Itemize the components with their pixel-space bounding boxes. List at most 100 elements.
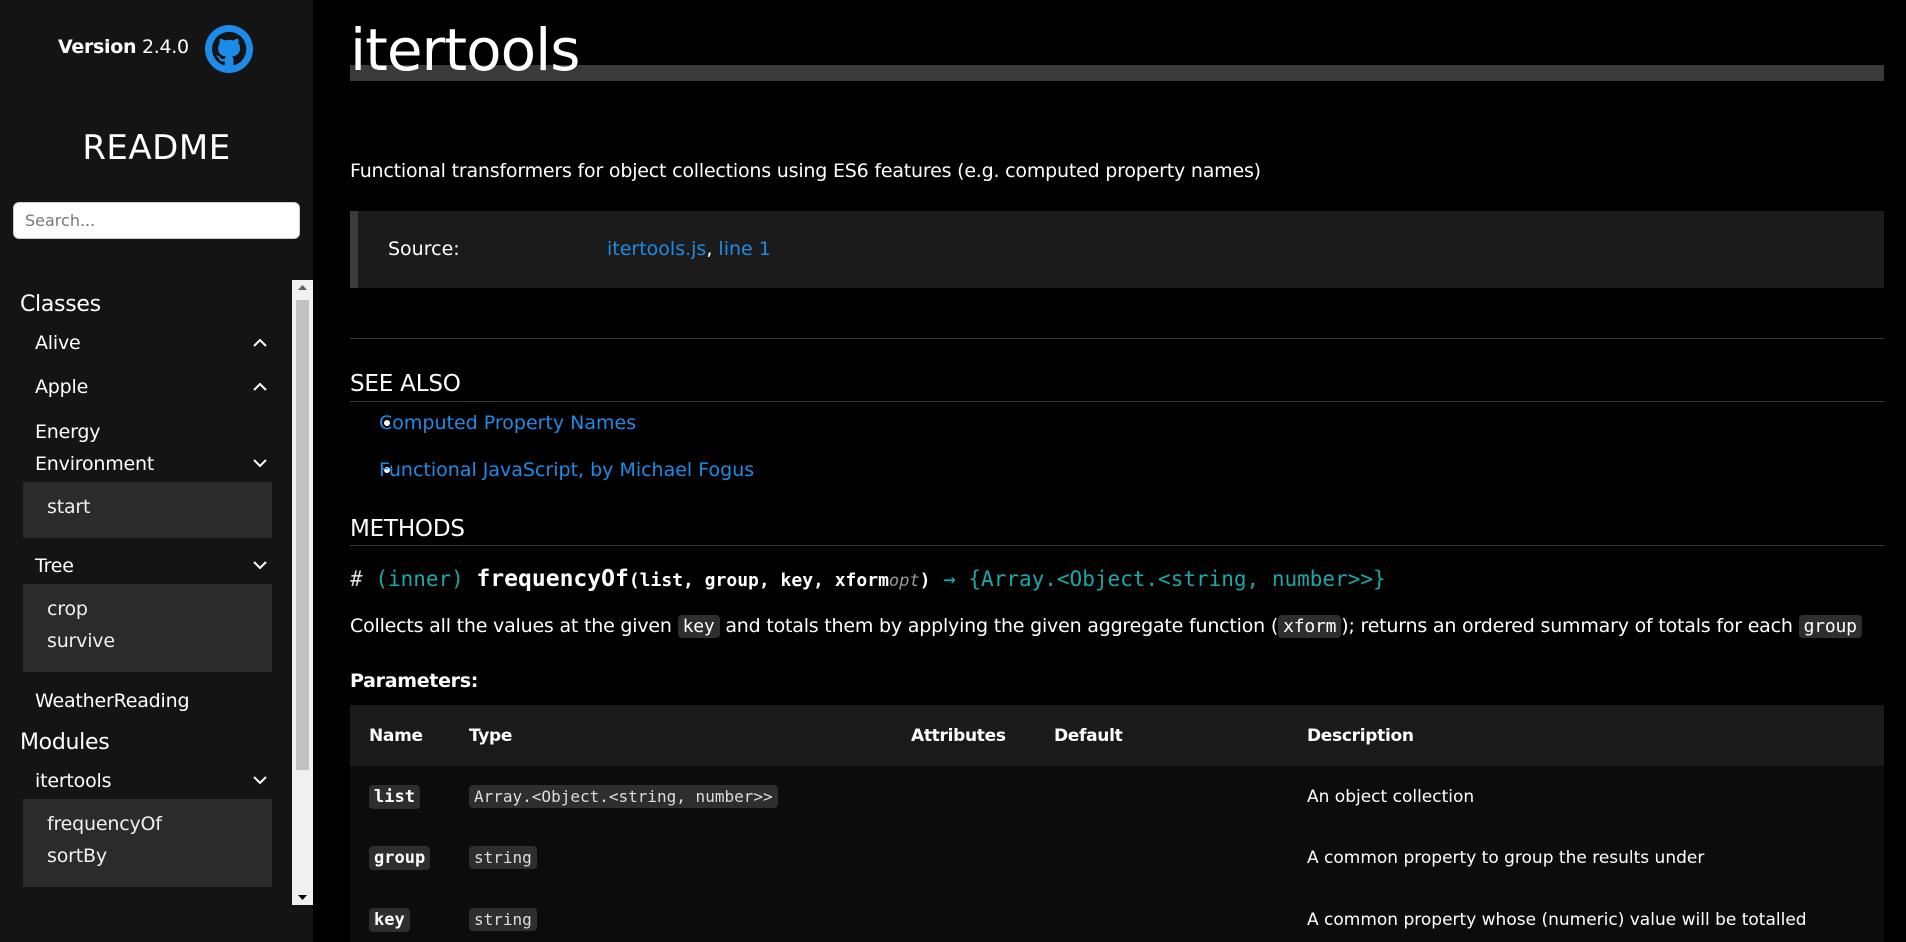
chevron-down-icon[interactable] [253, 561, 267, 570]
method-desc-text: Collects all the values at the given [350, 615, 678, 637]
main-content: itertools Functional transformers for ob… [313, 0, 1906, 942]
nav-item-label: Environment [35, 453, 155, 475]
column-header-description: Description [1307, 705, 1884, 766]
method-name: frequencyOf [476, 566, 629, 592]
inline-code-key: key [677, 615, 720, 638]
itertools-submenu: frequencyOf sortBy [23, 799, 272, 887]
parameters-table: Name Type Attributes Default Description… [350, 705, 1884, 942]
see-also-link-functional-javascript[interactable]: Functional JavaScript, by Michael Fogus [379, 459, 754, 481]
method-params: list, group, key, xform [639, 570, 889, 591]
nav-item-label: Energy [35, 421, 101, 443]
param-attributes [911, 766, 1054, 827]
methods-underline [350, 545, 1884, 546]
param-default [1054, 889, 1307, 942]
chevron-up-icon[interactable] [253, 382, 267, 391]
page-title: itertools [350, 16, 580, 84]
table-header-row: Name Type Attributes Default Description [350, 705, 1884, 766]
nav-subitem-survive[interactable]: survive [47, 630, 115, 652]
source-line-link[interactable]: line 1 [718, 238, 770, 260]
param-type-cell: Array.<Object.<string, number>> [469, 766, 911, 827]
sidebar-scrollbar[interactable] [292, 280, 313, 905]
table-row: group string A common property to group … [350, 827, 1884, 889]
param-name-cell: list [350, 766, 469, 827]
method-open-paren: ( [628, 570, 640, 591]
methods-heading: METHODS [350, 516, 465, 542]
table-row: key string A common property whose (nume… [350, 889, 1884, 942]
source-label: Source: [388, 238, 460, 260]
nav-subitem-frequencyof[interactable]: frequencyOf [47, 813, 162, 835]
param-attributes [911, 827, 1054, 889]
see-also-underline [350, 401, 1884, 402]
column-header-type: Type [469, 705, 911, 766]
param-type: string [469, 907, 537, 931]
scroll-up-arrow-icon[interactable] [292, 280, 313, 296]
source-separator: , [706, 238, 713, 260]
sidebar: Version 2.4.0 README Classes Alive Apple… [0, 0, 313, 942]
nav-item-tree[interactable]: Tree [35, 553, 275, 579]
param-default [1054, 766, 1307, 827]
nav-item-environment[interactable]: Environment [35, 451, 275, 477]
method-description: Collects all the values at the given key… [350, 615, 1862, 638]
param-type: string [469, 846, 537, 869]
method-close-paren: ) [919, 570, 931, 591]
nav-item-apple[interactable]: Apple [35, 374, 275, 400]
param-name-cell: key [350, 889, 469, 942]
inline-code-group: group [1798, 615, 1862, 638]
version-label: Version 2.4.0 [58, 36, 189, 58]
param-name: list [369, 784, 420, 809]
param-name: group [369, 846, 431, 870]
tree-submenu: crop survive [23, 584, 272, 672]
chevron-down-icon[interactable] [253, 459, 267, 468]
nav-item-label: WeatherReading [35, 690, 190, 712]
nav-subitem-crop[interactable]: crop [47, 598, 88, 620]
param-description: A common property whose (numeric) value … [1307, 889, 1884, 942]
method-desc-text: and totals them by applying the given ag… [719, 615, 1279, 637]
nav-item-alive[interactable]: Alive [35, 330, 275, 356]
source-file-link[interactable]: itertools.js [607, 238, 706, 260]
param-name-cell: group [350, 827, 469, 889]
table-row: list Array.<Object.<string, number>> An … [350, 766, 1884, 827]
method-return-type: → {Array.<Object.<string, number>>} [943, 567, 1386, 591]
classes-heading: Classes [20, 292, 101, 317]
title-underline [350, 65, 1884, 81]
version-prefix: Version [58, 36, 137, 58]
param-type-cell: string [469, 827, 911, 889]
readme-title[interactable]: README [0, 128, 313, 168]
scroll-down-arrow-icon[interactable] [292, 889, 313, 905]
chevron-down-icon[interactable] [253, 776, 267, 785]
scrollbar-thumb[interactable] [296, 300, 309, 770]
nav-item-weatherreading[interactable]: WeatherReading [35, 688, 275, 714]
see-also-heading: SEE ALSO [350, 371, 461, 397]
chevron-up-icon[interactable] [253, 338, 267, 347]
github-icon[interactable] [205, 25, 253, 73]
method-anchor-link[interactable]: # [350, 567, 363, 591]
search-input[interactable] [13, 202, 300, 239]
param-type: Array.<Object.<string, number>> [469, 784, 778, 808]
param-description: A common property to group the results u… [1307, 827, 1884, 889]
nav-item-energy[interactable]: Energy [35, 419, 275, 445]
module-description: Functional transformers for object colle… [350, 160, 1261, 182]
param-type-cell: string [469, 889, 911, 942]
column-header-attributes: Attributes [911, 705, 1054, 766]
source-box: Source: itertools.js, line 1 [350, 211, 1884, 288]
nav-item-itertools[interactable]: itertools [35, 768, 275, 794]
method-scope: (inner) [375, 567, 464, 591]
column-header-default: Default [1054, 705, 1307, 766]
see-also-link-computed-property-names[interactable]: Computed Property Names [379, 412, 636, 434]
nav-item-label: Alive [35, 332, 81, 354]
version-number: 2.4.0 [141, 36, 189, 58]
nav-subitem-start[interactable]: start [47, 496, 90, 518]
param-description: An object collection [1307, 766, 1884, 827]
param-default [1054, 827, 1307, 889]
inline-code-xform: xform [1278, 615, 1342, 638]
method-opt-marker: opt [888, 571, 920, 591]
parameters-heading: Parameters: [350, 670, 479, 692]
method-desc-text: ); returns an ordered summary of totals … [1341, 615, 1799, 637]
nav-tree: Classes Alive Apple Energy Environment s… [0, 280, 292, 905]
modules-heading: Modules [20, 730, 110, 755]
environment-submenu: start [23, 482, 272, 538]
param-name: key [369, 907, 410, 932]
nav-subitem-sortby[interactable]: sortBy [47, 845, 107, 867]
source-links: itertools.js, line 1 [607, 238, 771, 260]
nav-item-label: Apple [35, 376, 89, 398]
